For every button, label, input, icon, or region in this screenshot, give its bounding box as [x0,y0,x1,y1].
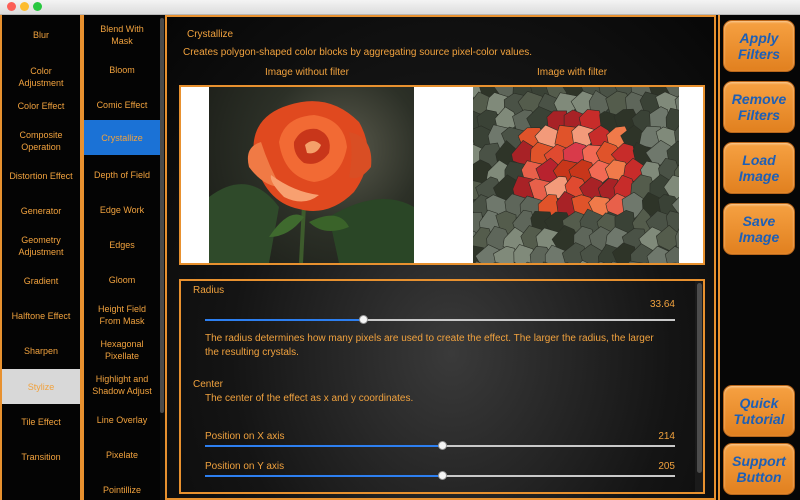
category-item-gradient[interactable]: Gradient [2,263,80,298]
label-image-with-filter: Image with filter [537,67,608,78]
support-button[interactable]: Support Button [723,443,795,495]
position-x-slider[interactable] [205,441,675,450]
apply-filters-label: Apply Filters [737,30,780,62]
zoom-window-button[interactable] [33,2,42,11]
filter-item-edge-work[interactable]: Edge Work [84,192,160,227]
position-y-slider-fill [205,475,443,477]
filter-item-gloom[interactable]: Gloom [84,262,160,297]
save-image-label: Save Image [738,213,780,245]
filter-item-comic-effect[interactable]: Comic Effect [84,87,160,122]
category-item-blur[interactable]: Blur [2,17,80,52]
filter-item-hexagonal-pixellate[interactable]: Hexagonal Pixellate [84,332,160,367]
filter-item-bloom[interactable]: Bloom [84,52,160,87]
filter-description: Creates polygon-shaped color blocks by a… [183,47,533,58]
position-x-slider-fill [205,445,443,447]
position-x-label: Position on X axis [205,431,285,442]
category-item-tile-effect[interactable]: Tile Effect [2,404,80,439]
radius-slider-fill [205,319,363,321]
image-preview-panel [179,85,705,265]
filter-item-blend-with-mask[interactable]: Blend With Mask [84,17,160,52]
position-x-slider-knob[interactable] [438,441,447,450]
category-item-transition[interactable]: Transition [2,439,80,474]
window-titlebar [0,0,800,15]
load-image-label: Load Image [738,152,780,184]
category-item-stylize[interactable]: Stylize [2,369,80,404]
apply-filters-button[interactable]: Apply Filters [723,20,795,72]
filter-list-scroll-thumb[interactable] [160,18,164,413]
radius-description-line1: The radius determines how many pixels ar… [205,333,654,344]
category-item-sharpen[interactable]: Sharpen [2,333,80,368]
right-panel-border [718,15,720,500]
category-item-composite-operation[interactable]: Composite Operation [2,123,80,158]
settings-scroll-thumb[interactable] [697,283,702,473]
center-label: Center [193,379,224,390]
category-item-color-effect[interactable]: Color Effect [2,88,80,123]
filter-item-highlight-and-shadow-adjust[interactable]: Highlight and Shadow Adjust [84,367,160,402]
quick-tutorial-label: Quick Tutorial [733,395,785,427]
category-list: Blur Color Adjustment Color Effect Composit… [0,15,82,500]
minimize-window-button[interactable] [20,2,29,11]
quick-tutorial-button[interactable]: Quick Tutorial [723,385,795,437]
filter-item-depth-of-field[interactable]: Depth of Field [84,157,160,192]
original-image [209,87,414,263]
category-item-halftone-effect[interactable]: Halftone Effect [2,298,80,333]
filtered-image [473,87,679,263]
filter-title: Crystallize [187,29,234,40]
filter-item-height-field-from-mask[interactable]: Height Field From Mask [84,297,160,332]
radius-slider[interactable] [205,315,675,324]
filter-settings-panel: Radius 33.64 The radius determines how m… [179,279,705,494]
filter-item-pixelate[interactable]: Pixelate [84,437,160,472]
filter-item-pointillize[interactable]: Pointillize [84,472,160,500]
remove-filters-label: Remove Filters [731,91,787,123]
position-y-slider-knob[interactable] [438,471,447,480]
support-button-label: Support Button [732,453,786,485]
category-item-generator[interactable]: Generator [2,193,80,228]
label-image-without-filter: Image without filter [265,67,349,78]
filter-item-edges[interactable]: Edges [84,227,160,262]
radius-label: Radius [193,285,225,296]
radius-value: 33.64 [649,299,675,310]
filter-item-crystallize[interactable]: Crystallize [84,120,160,155]
position-y-slider[interactable] [205,471,675,480]
load-image-button[interactable]: Load Image [723,142,795,194]
remove-filters-button[interactable]: Remove Filters [723,81,795,133]
position-y-value: 205 [658,461,675,472]
category-item-geometry-adjustment[interactable]: Geometry Adjustment [2,228,80,263]
close-window-button[interactable] [7,2,16,11]
center-description: The center of the effect as x and y coor… [205,393,414,404]
radius-slider-knob[interactable] [359,315,368,324]
position-y-label: Position on Y axis [205,461,285,472]
radius-description-line2: the resulting crystals. [205,347,299,358]
position-x-value: 214 [658,431,675,442]
main-panel: Crystallize Creates polygon-shaped color… [165,15,716,500]
filter-item-line-overlay[interactable]: Line Overlay [84,402,160,437]
category-item-distortion-effect[interactable]: Distortion Effect [2,158,80,193]
filter-list: Blend With Mask Bloom Comic Effect Crystall… [82,15,162,500]
save-image-button[interactable]: Save Image [723,203,795,255]
